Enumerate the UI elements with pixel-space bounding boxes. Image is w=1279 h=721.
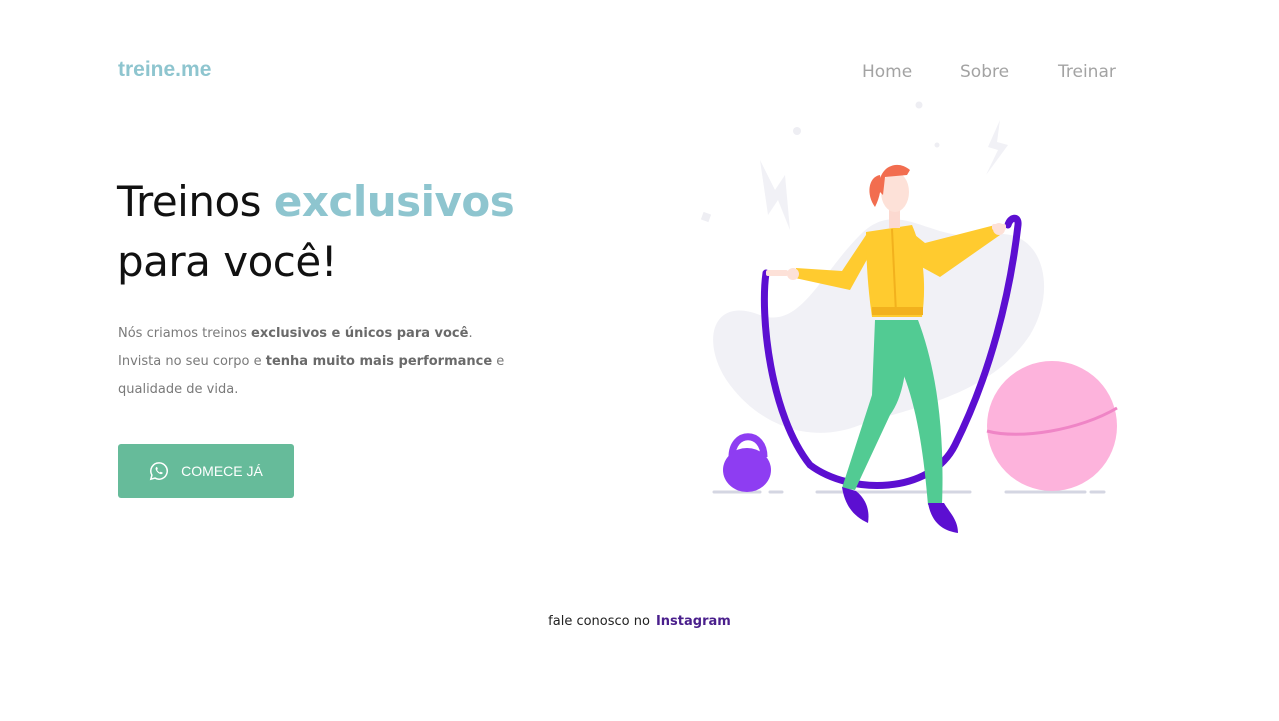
left-hand <box>787 268 799 280</box>
footer-text: fale conosco no <box>548 614 650 629</box>
desc-line-2-bold: tenha muito mais performance <box>265 354 493 369</box>
right-shoe <box>928 503 958 533</box>
lightning-left-icon <box>760 160 790 230</box>
woman-jump-rope-illustration <box>700 101 1118 533</box>
footer: fale conosco no Instagram <box>0 614 1279 629</box>
desc-line-1-end: . <box>468 326 473 341</box>
hero-title: Treinos exclusivos para você! <box>117 172 515 292</box>
neck <box>889 210 900 228</box>
jacket-hem <box>872 307 923 315</box>
nav-sobre[interactable]: Sobre <box>960 62 1009 82</box>
kettlebell <box>723 433 771 492</box>
comece-ja-button[interactable]: COMECE JÁ <box>118 444 294 498</box>
dot-decoration <box>700 211 712 223</box>
face <box>881 172 909 212</box>
nav-treinar[interactable]: Treinar <box>1058 62 1116 82</box>
exercise-ball <box>986 361 1118 491</box>
ponytail <box>869 175 881 207</box>
rope-handle-left <box>766 270 788 276</box>
dot-decoration <box>793 127 801 135</box>
dot-decoration <box>915 101 923 109</box>
hero-title-part-1: Treinos <box>117 177 274 226</box>
desc-line-1-bold: exclusivos e únicos para você <box>251 326 469 341</box>
main-nav: Home Sobre Treinar <box>0 62 1279 86</box>
hero-description: Nós criamos treinos exclusivos e únicos … <box>118 320 538 404</box>
rope-handle-right <box>992 224 1006 230</box>
nav-home[interactable]: Home <box>862 62 912 82</box>
dot-decoration <box>934 142 940 148</box>
whatsapp-icon <box>149 462 169 481</box>
desc-line-3: qualidade de vida. <box>118 382 239 397</box>
hero-title-accent: exclusivos <box>273 177 515 226</box>
comece-ja-label: COMECE JÁ <box>181 463 263 479</box>
desc-line-1: Nós criamos treinos <box>118 326 252 341</box>
hero-title-part-2: para você! <box>117 237 338 286</box>
instagram-link[interactable]: Instagram <box>656 614 731 629</box>
desc-line-2-end: e <box>492 354 505 369</box>
lightning-right-icon <box>986 120 1008 175</box>
desc-line-2: Invista no seu corpo e <box>118 354 266 369</box>
